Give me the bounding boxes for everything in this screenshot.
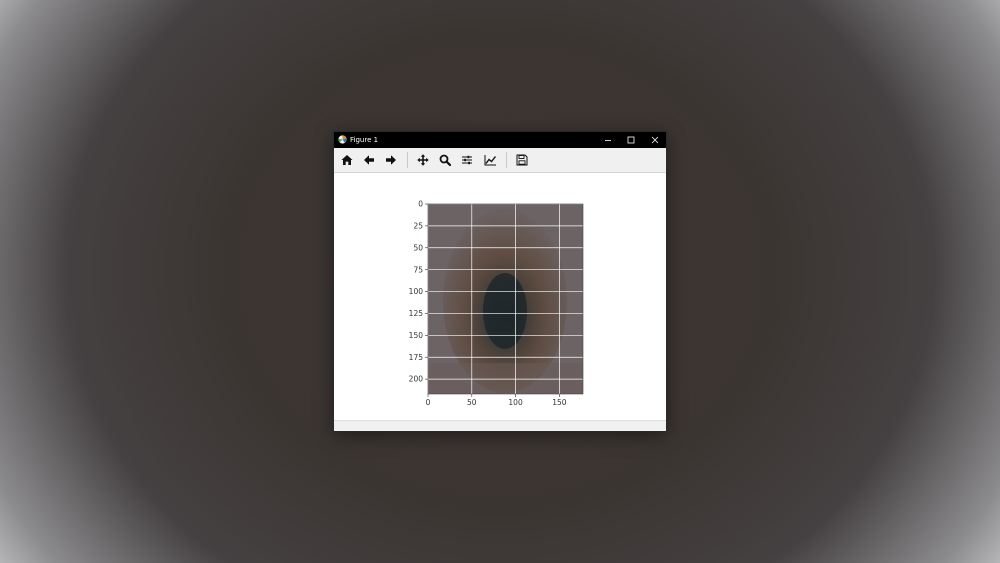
x-tick-label: 50: [467, 398, 477, 407]
y-tick-label: 125: [409, 309, 424, 318]
configure-subplots-button[interactable]: [457, 150, 477, 170]
close-icon: [651, 136, 659, 144]
configure-subplots-icon: [462, 155, 472, 165]
forward-arrow-icon: [386, 155, 396, 165]
back-arrow-icon: [364, 155, 374, 165]
edit-axis-button[interactable]: [480, 150, 500, 170]
x-axis: 0 50 100 150: [426, 394, 567, 407]
toolbar-separator: [506, 152, 507, 168]
home-icon: [341, 155, 353, 165]
y-tick-label: 25: [413, 221, 423, 230]
pan-icon: [417, 154, 429, 166]
maximize-icon: [627, 136, 635, 144]
window-title: Figure 1: [350, 136, 379, 144]
minimize-icon: [605, 140, 611, 141]
title-bar[interactable]: Figure 1: [334, 132, 666, 148]
back-button[interactable]: [359, 150, 379, 170]
figure-window: Figure 1 0 50 100 150 0 25 50 75 100 125…: [333, 131, 667, 432]
x-tick-label: 100: [508, 398, 523, 407]
y-tick-label: 50: [413, 243, 423, 252]
y-tick-label: 75: [413, 265, 423, 274]
y-tick-label: 200: [409, 375, 424, 384]
edit-axis-icon: [484, 155, 496, 166]
save-button[interactable]: [512, 150, 532, 170]
x-tick-label: 150: [552, 398, 567, 407]
save-icon: [516, 154, 528, 166]
y-tick-label: 175: [409, 353, 424, 362]
y-axis: 0 25 50 75 100 125 150 175 200: [409, 200, 428, 384]
forward-button[interactable]: [381, 150, 401, 170]
figure-canvas[interactable]: 0 50 100 150 0 25 50 75 100 125 150 175 200: [334, 173, 666, 421]
navigation-toolbar: [334, 148, 666, 173]
status-bar: [334, 420, 666, 431]
plot-image: [428, 204, 583, 394]
y-tick-label: 150: [409, 331, 424, 340]
maximize-button[interactable]: [620, 132, 642, 148]
zoom-icon: [439, 154, 451, 166]
minimize-button[interactable]: [597, 132, 619, 148]
home-button[interactable]: [337, 150, 357, 170]
zoom-button[interactable]: [435, 150, 455, 170]
x-tick-label: 0: [426, 398, 431, 407]
y-tick-label: 0: [418, 200, 423, 209]
toolbar-separator: [407, 152, 408, 168]
close-button[interactable]: [644, 132, 666, 148]
pan-button[interactable]: [413, 150, 433, 170]
matplotlib-logo-icon: [338, 135, 347, 144]
y-tick-label: 100: [409, 287, 424, 296]
